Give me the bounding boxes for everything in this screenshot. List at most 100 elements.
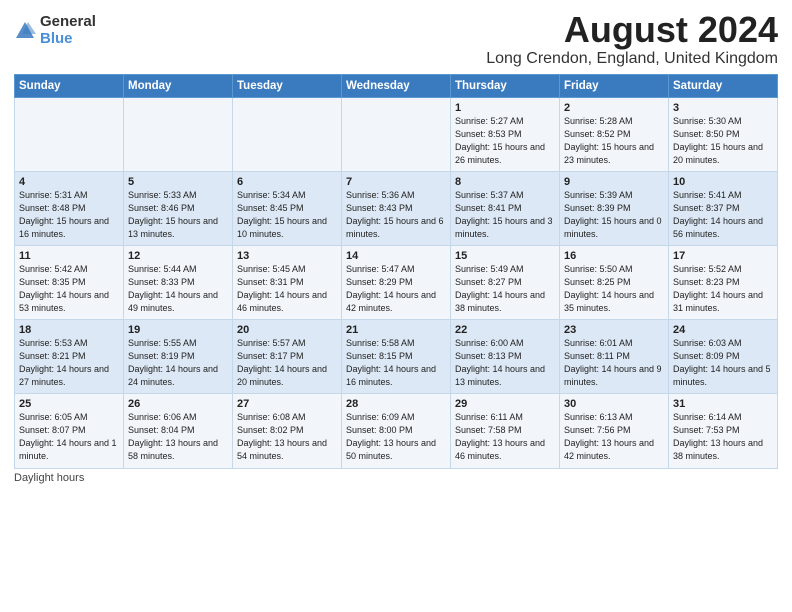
header: General Blue August 2024 Long Crendon, E… xyxy=(14,10,778,68)
calendar-cell: 18Sunrise: 5:53 AM Sunset: 8:21 PM Dayli… xyxy=(15,320,124,394)
day-info: Sunrise: 6:11 AM Sunset: 7:58 PM Dayligh… xyxy=(455,411,555,463)
day-number: 24 xyxy=(673,324,773,336)
calendar-cell: 26Sunrise: 6:06 AM Sunset: 8:04 PM Dayli… xyxy=(124,394,233,468)
calendar-cell: 29Sunrise: 6:11 AM Sunset: 7:58 PM Dayli… xyxy=(451,394,560,468)
header-day: Saturday xyxy=(669,74,778,97)
day-info: Sunrise: 6:08 AM Sunset: 8:02 PM Dayligh… xyxy=(237,411,337,463)
calendar-cell: 24Sunrise: 6:03 AM Sunset: 8:09 PM Dayli… xyxy=(669,320,778,394)
day-number: 30 xyxy=(564,398,664,410)
calendar-cell: 7Sunrise: 5:36 AM Sunset: 8:43 PM Daylig… xyxy=(342,171,451,245)
day-info: Sunrise: 5:52 AM Sunset: 8:23 PM Dayligh… xyxy=(673,263,773,315)
month-year: August 2024 xyxy=(486,10,778,50)
location: Long Crendon, England, United Kingdom xyxy=(486,50,778,68)
calendar-cell: 16Sunrise: 5:50 AM Sunset: 8:25 PM Dayli… xyxy=(560,245,669,319)
day-number: 29 xyxy=(455,398,555,410)
header-day: Wednesday xyxy=(342,74,451,97)
day-info: Sunrise: 5:34 AM Sunset: 8:45 PM Dayligh… xyxy=(237,189,337,241)
calendar-week: 1Sunrise: 5:27 AM Sunset: 8:53 PM Daylig… xyxy=(15,97,778,171)
calendar-cell: 3Sunrise: 5:30 AM Sunset: 8:50 PM Daylig… xyxy=(669,97,778,171)
calendar-cell xyxy=(233,97,342,171)
calendar-cell: 30Sunrise: 6:13 AM Sunset: 7:56 PM Dayli… xyxy=(560,394,669,468)
day-info: Sunrise: 6:06 AM Sunset: 8:04 PM Dayligh… xyxy=(128,411,228,463)
day-number: 12 xyxy=(128,250,228,262)
header-row: SundayMondayTuesdayWednesdayThursdayFrid… xyxy=(15,74,778,97)
calendar-cell: 5Sunrise: 5:33 AM Sunset: 8:46 PM Daylig… xyxy=(124,171,233,245)
calendar-week: 25Sunrise: 6:05 AM Sunset: 8:07 PM Dayli… xyxy=(15,394,778,468)
day-info: Sunrise: 5:50 AM Sunset: 8:25 PM Dayligh… xyxy=(564,263,664,315)
day-info: Sunrise: 5:47 AM Sunset: 8:29 PM Dayligh… xyxy=(346,263,446,315)
calendar-cell xyxy=(124,97,233,171)
day-number: 5 xyxy=(128,176,228,188)
day-info: Sunrise: 5:28 AM Sunset: 8:52 PM Dayligh… xyxy=(564,115,664,167)
calendar-cell: 10Sunrise: 5:41 AM Sunset: 8:37 PM Dayli… xyxy=(669,171,778,245)
day-number: 21 xyxy=(346,324,446,336)
calendar-cell: 9Sunrise: 5:39 AM Sunset: 8:39 PM Daylig… xyxy=(560,171,669,245)
calendar-cell: 19Sunrise: 5:55 AM Sunset: 8:19 PM Dayli… xyxy=(124,320,233,394)
calendar-cell: 22Sunrise: 6:00 AM Sunset: 8:13 PM Dayli… xyxy=(451,320,560,394)
calendar-cell: 23Sunrise: 6:01 AM Sunset: 8:11 PM Dayli… xyxy=(560,320,669,394)
calendar-cell: 11Sunrise: 5:42 AM Sunset: 8:35 PM Dayli… xyxy=(15,245,124,319)
day-number: 25 xyxy=(19,398,119,410)
day-info: Sunrise: 6:05 AM Sunset: 8:07 PM Dayligh… xyxy=(19,411,119,463)
calendar-cell: 28Sunrise: 6:09 AM Sunset: 8:00 PM Dayli… xyxy=(342,394,451,468)
calendar-cell: 15Sunrise: 5:49 AM Sunset: 8:27 PM Dayli… xyxy=(451,245,560,319)
day-number: 27 xyxy=(237,398,337,410)
day-number: 8 xyxy=(455,176,555,188)
day-info: Sunrise: 5:58 AM Sunset: 8:15 PM Dayligh… xyxy=(346,337,446,389)
day-info: Sunrise: 6:09 AM Sunset: 8:00 PM Dayligh… xyxy=(346,411,446,463)
day-number: 7 xyxy=(346,176,446,188)
calendar-cell: 13Sunrise: 5:45 AM Sunset: 8:31 PM Dayli… xyxy=(233,245,342,319)
day-number: 18 xyxy=(19,324,119,336)
day-number: 16 xyxy=(564,250,664,262)
logo-icon xyxy=(14,20,36,42)
calendar-week: 18Sunrise: 5:53 AM Sunset: 8:21 PM Dayli… xyxy=(15,320,778,394)
day-info: Sunrise: 5:42 AM Sunset: 8:35 PM Dayligh… xyxy=(19,263,119,315)
calendar-cell: 12Sunrise: 5:44 AM Sunset: 8:33 PM Dayli… xyxy=(124,245,233,319)
calendar-cell: 20Sunrise: 5:57 AM Sunset: 8:17 PM Dayli… xyxy=(233,320,342,394)
day-number: 2 xyxy=(564,102,664,114)
header-day: Thursday xyxy=(451,74,560,97)
logo: General Blue xyxy=(14,14,96,47)
day-info: Sunrise: 5:36 AM Sunset: 8:43 PM Dayligh… xyxy=(346,189,446,241)
day-number: 28 xyxy=(346,398,446,410)
day-info: Sunrise: 5:44 AM Sunset: 8:33 PM Dayligh… xyxy=(128,263,228,315)
footer-note: Daylight hours xyxy=(14,472,778,484)
day-number: 19 xyxy=(128,324,228,336)
day-number: 4 xyxy=(19,176,119,188)
day-info: Sunrise: 5:49 AM Sunset: 8:27 PM Dayligh… xyxy=(455,263,555,315)
day-number: 26 xyxy=(128,398,228,410)
calendar-cell: 31Sunrise: 6:14 AM Sunset: 7:53 PM Dayli… xyxy=(669,394,778,468)
calendar-week: 11Sunrise: 5:42 AM Sunset: 8:35 PM Dayli… xyxy=(15,245,778,319)
day-number: 31 xyxy=(673,398,773,410)
header-day: Sunday xyxy=(15,74,124,97)
day-info: Sunrise: 5:37 AM Sunset: 8:41 PM Dayligh… xyxy=(455,189,555,241)
calendar-cell: 4Sunrise: 5:31 AM Sunset: 8:48 PM Daylig… xyxy=(15,171,124,245)
day-info: Sunrise: 5:30 AM Sunset: 8:50 PM Dayligh… xyxy=(673,115,773,167)
calendar-cell xyxy=(15,97,124,171)
calendar-cell: 25Sunrise: 6:05 AM Sunset: 8:07 PM Dayli… xyxy=(15,394,124,468)
calendar-table: SundayMondayTuesdayWednesdayThursdayFrid… xyxy=(14,74,778,469)
day-number: 22 xyxy=(455,324,555,336)
day-info: Sunrise: 5:45 AM Sunset: 8:31 PM Dayligh… xyxy=(237,263,337,315)
day-info: Sunrise: 5:55 AM Sunset: 8:19 PM Dayligh… xyxy=(128,337,228,389)
day-number: 11 xyxy=(19,250,119,262)
day-info: Sunrise: 5:31 AM Sunset: 8:48 PM Dayligh… xyxy=(19,189,119,241)
day-number: 10 xyxy=(673,176,773,188)
day-info: Sunrise: 6:03 AM Sunset: 8:09 PM Dayligh… xyxy=(673,337,773,389)
header-day: Tuesday xyxy=(233,74,342,97)
calendar-cell: 14Sunrise: 5:47 AM Sunset: 8:29 PM Dayli… xyxy=(342,245,451,319)
header-day: Monday xyxy=(124,74,233,97)
day-info: Sunrise: 5:27 AM Sunset: 8:53 PM Dayligh… xyxy=(455,115,555,167)
calendar-cell: 27Sunrise: 6:08 AM Sunset: 8:02 PM Dayli… xyxy=(233,394,342,468)
title-area: August 2024 Long Crendon, England, Unite… xyxy=(486,10,778,68)
day-info: Sunrise: 6:13 AM Sunset: 7:56 PM Dayligh… xyxy=(564,411,664,463)
day-number: 9 xyxy=(564,176,664,188)
day-number: 13 xyxy=(237,250,337,262)
day-number: 1 xyxy=(455,102,555,114)
day-number: 23 xyxy=(564,324,664,336)
header-day: Friday xyxy=(560,74,669,97)
day-number: 6 xyxy=(237,176,337,188)
day-info: Sunrise: 5:33 AM Sunset: 8:46 PM Dayligh… xyxy=(128,189,228,241)
logo-blue: Blue xyxy=(40,31,96,48)
day-info: Sunrise: 6:01 AM Sunset: 8:11 PM Dayligh… xyxy=(564,337,664,389)
